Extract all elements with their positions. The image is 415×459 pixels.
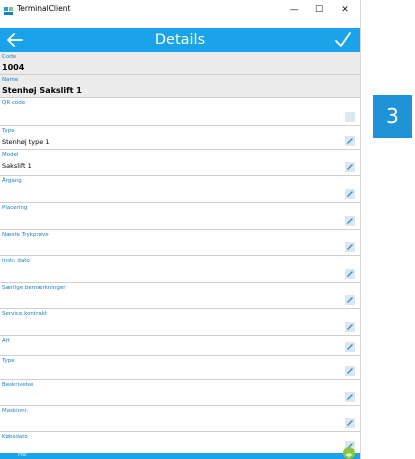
- page-title: Details: [154, 32, 206, 48]
- field-qr-code[interactable]: QR code: [0, 98, 360, 126]
- app-window: TerminalClient — ☐ ✕ Details Code 1004 N…: [0, 0, 361, 459]
- field-model[interactable]: Model Sakslift 1: [0, 150, 360, 176]
- field-naeste-trykprove[interactable]: Næste Trykprøve: [0, 230, 360, 256]
- field-type-2[interactable]: Type: [0, 356, 360, 380]
- field-argang[interactable]: Årgang: [0, 176, 360, 203]
- edit-pencil-icon[interactable]: [345, 295, 355, 305]
- field-saerlige-bemaerkninger[interactable]: Særlige bemærkninger: [0, 283, 360, 309]
- field-label: Type: [2, 358, 15, 364]
- field-maskinnr[interactable]: Maskinnr.: [0, 406, 360, 432]
- window-titlebar: TerminalClient — ☐ ✕: [0, 0, 360, 28]
- field-label: Næste Trykprøve: [2, 232, 49, 238]
- field-value: Stenhøj Sakslift 1: [2, 86, 82, 95]
- maximize-button[interactable]: ☐: [311, 3, 327, 17]
- field-value: Stenhøj type 1: [2, 138, 50, 146]
- field-label: Art: [2, 338, 11, 344]
- app-bar: Details: [0, 28, 360, 52]
- wifi-signal-icon: [343, 447, 355, 459]
- field-label: Beskrivelse: [2, 382, 34, 388]
- field-beskrivelse[interactable]: Beskrivelse: [0, 380, 360, 406]
- field-placering[interactable]: Placering: [0, 203, 360, 230]
- qr-placeholder-icon: [345, 112, 355, 122]
- edit-pencil-icon[interactable]: [345, 392, 355, 402]
- field-label: Placering: [2, 205, 28, 211]
- field-type[interactable]: Type Stenhøj type 1: [0, 126, 360, 150]
- field-instr-dato[interactable]: Instr. dato: [0, 256, 360, 283]
- edit-pencil-icon[interactable]: [345, 418, 355, 428]
- bottom-bar-label: Pos: [18, 452, 27, 458]
- edit-pencil-icon[interactable]: [345, 342, 355, 352]
- field-label: Instr. dato: [2, 258, 30, 264]
- checkmark-icon[interactable]: [334, 31, 352, 49]
- field-label: QR code: [2, 100, 26, 106]
- field-value: 1004: [2, 63, 25, 72]
- edit-pencil-icon[interactable]: [345, 242, 355, 252]
- field-label: Code: [2, 54, 17, 60]
- edit-pencil-icon[interactable]: [345, 366, 355, 376]
- field-label: Type: [2, 128, 15, 134]
- minimize-button[interactable]: —: [286, 3, 302, 17]
- field-label: Maskinnr.: [2, 408, 29, 414]
- close-button[interactable]: ✕: [337, 3, 353, 17]
- field-label: Købsdato: [2, 434, 28, 440]
- field-kobsdato[interactable]: Købsdato: [0, 432, 360, 453]
- field-service-kontrakt[interactable]: Service kontrakt: [0, 309, 360, 336]
- edit-pencil-icon[interactable]: [345, 216, 355, 226]
- edit-pencil-icon[interactable]: [345, 269, 355, 279]
- edit-pencil-icon[interactable]: [345, 136, 355, 146]
- field-label: Service kontrakt: [2, 311, 48, 317]
- field-label: Særlige bemærkninger: [2, 285, 66, 291]
- edit-pencil-icon[interactable]: [345, 189, 355, 199]
- field-art[interactable]: Art: [0, 336, 360, 356]
- field-label: Årgang: [2, 178, 22, 184]
- field-name: Name Stenhøj Sakslift 1: [0, 75, 360, 98]
- bottom-status-bar: Pos: [0, 452, 360, 459]
- field-label: Name: [2, 77, 19, 83]
- field-label: Model: [2, 152, 19, 158]
- edit-pencil-icon[interactable]: [345, 322, 355, 332]
- step-number-badge: 3: [373, 95, 412, 138]
- edit-pencil-icon[interactable]: [345, 162, 355, 172]
- field-code: Code 1004: [0, 52, 360, 75]
- app-icon: [4, 7, 13, 15]
- window-title: TerminalClient: [17, 4, 71, 13]
- field-value: Sakslift 1: [2, 162, 32, 170]
